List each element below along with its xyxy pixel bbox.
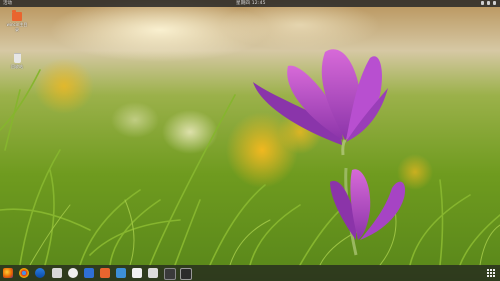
desktop-icon-label: 回收站	[11, 64, 23, 69]
volume-icon	[487, 1, 490, 5]
document-icon[interactable]	[84, 268, 94, 278]
settings-icon[interactable]	[68, 268, 78, 278]
dock	[0, 265, 500, 281]
desktop-icon-trash[interactable]: 回收站	[6, 53, 28, 69]
system-tray[interactable]	[481, 1, 496, 5]
thunderbird-icon[interactable]	[35, 268, 45, 278]
apps-grid-icon[interactable]	[487, 269, 495, 277]
home-folder-icon	[12, 10, 22, 21]
system-monitor-icon[interactable]	[164, 268, 176, 280]
trash-icon	[13, 53, 21, 63]
firefox-icon[interactable]	[3, 268, 13, 278]
terminal-icon[interactable]	[180, 268, 192, 280]
network-icon	[481, 1, 484, 5]
activities-label[interactable]: 活动	[3, 0, 12, 7]
desktop-wallpaper	[0, 0, 500, 281]
amazon-icon[interactable]	[148, 268, 158, 278]
power-icon	[493, 1, 496, 5]
chrome-icon[interactable]	[19, 268, 29, 278]
top-bar: 活动 星期四 12:45	[0, 0, 500, 7]
software-icon[interactable]	[116, 268, 126, 278]
desktop-icon-label: wincin主目录	[6, 22, 28, 32]
help-icon[interactable]	[132, 268, 142, 278]
desktop-icon-home[interactable]: wincin主目录	[6, 10, 28, 32]
presentation-icon[interactable]	[100, 268, 110, 278]
files-icon[interactable]	[52, 268, 62, 278]
clock[interactable]: 星期四 12:45	[236, 0, 266, 7]
